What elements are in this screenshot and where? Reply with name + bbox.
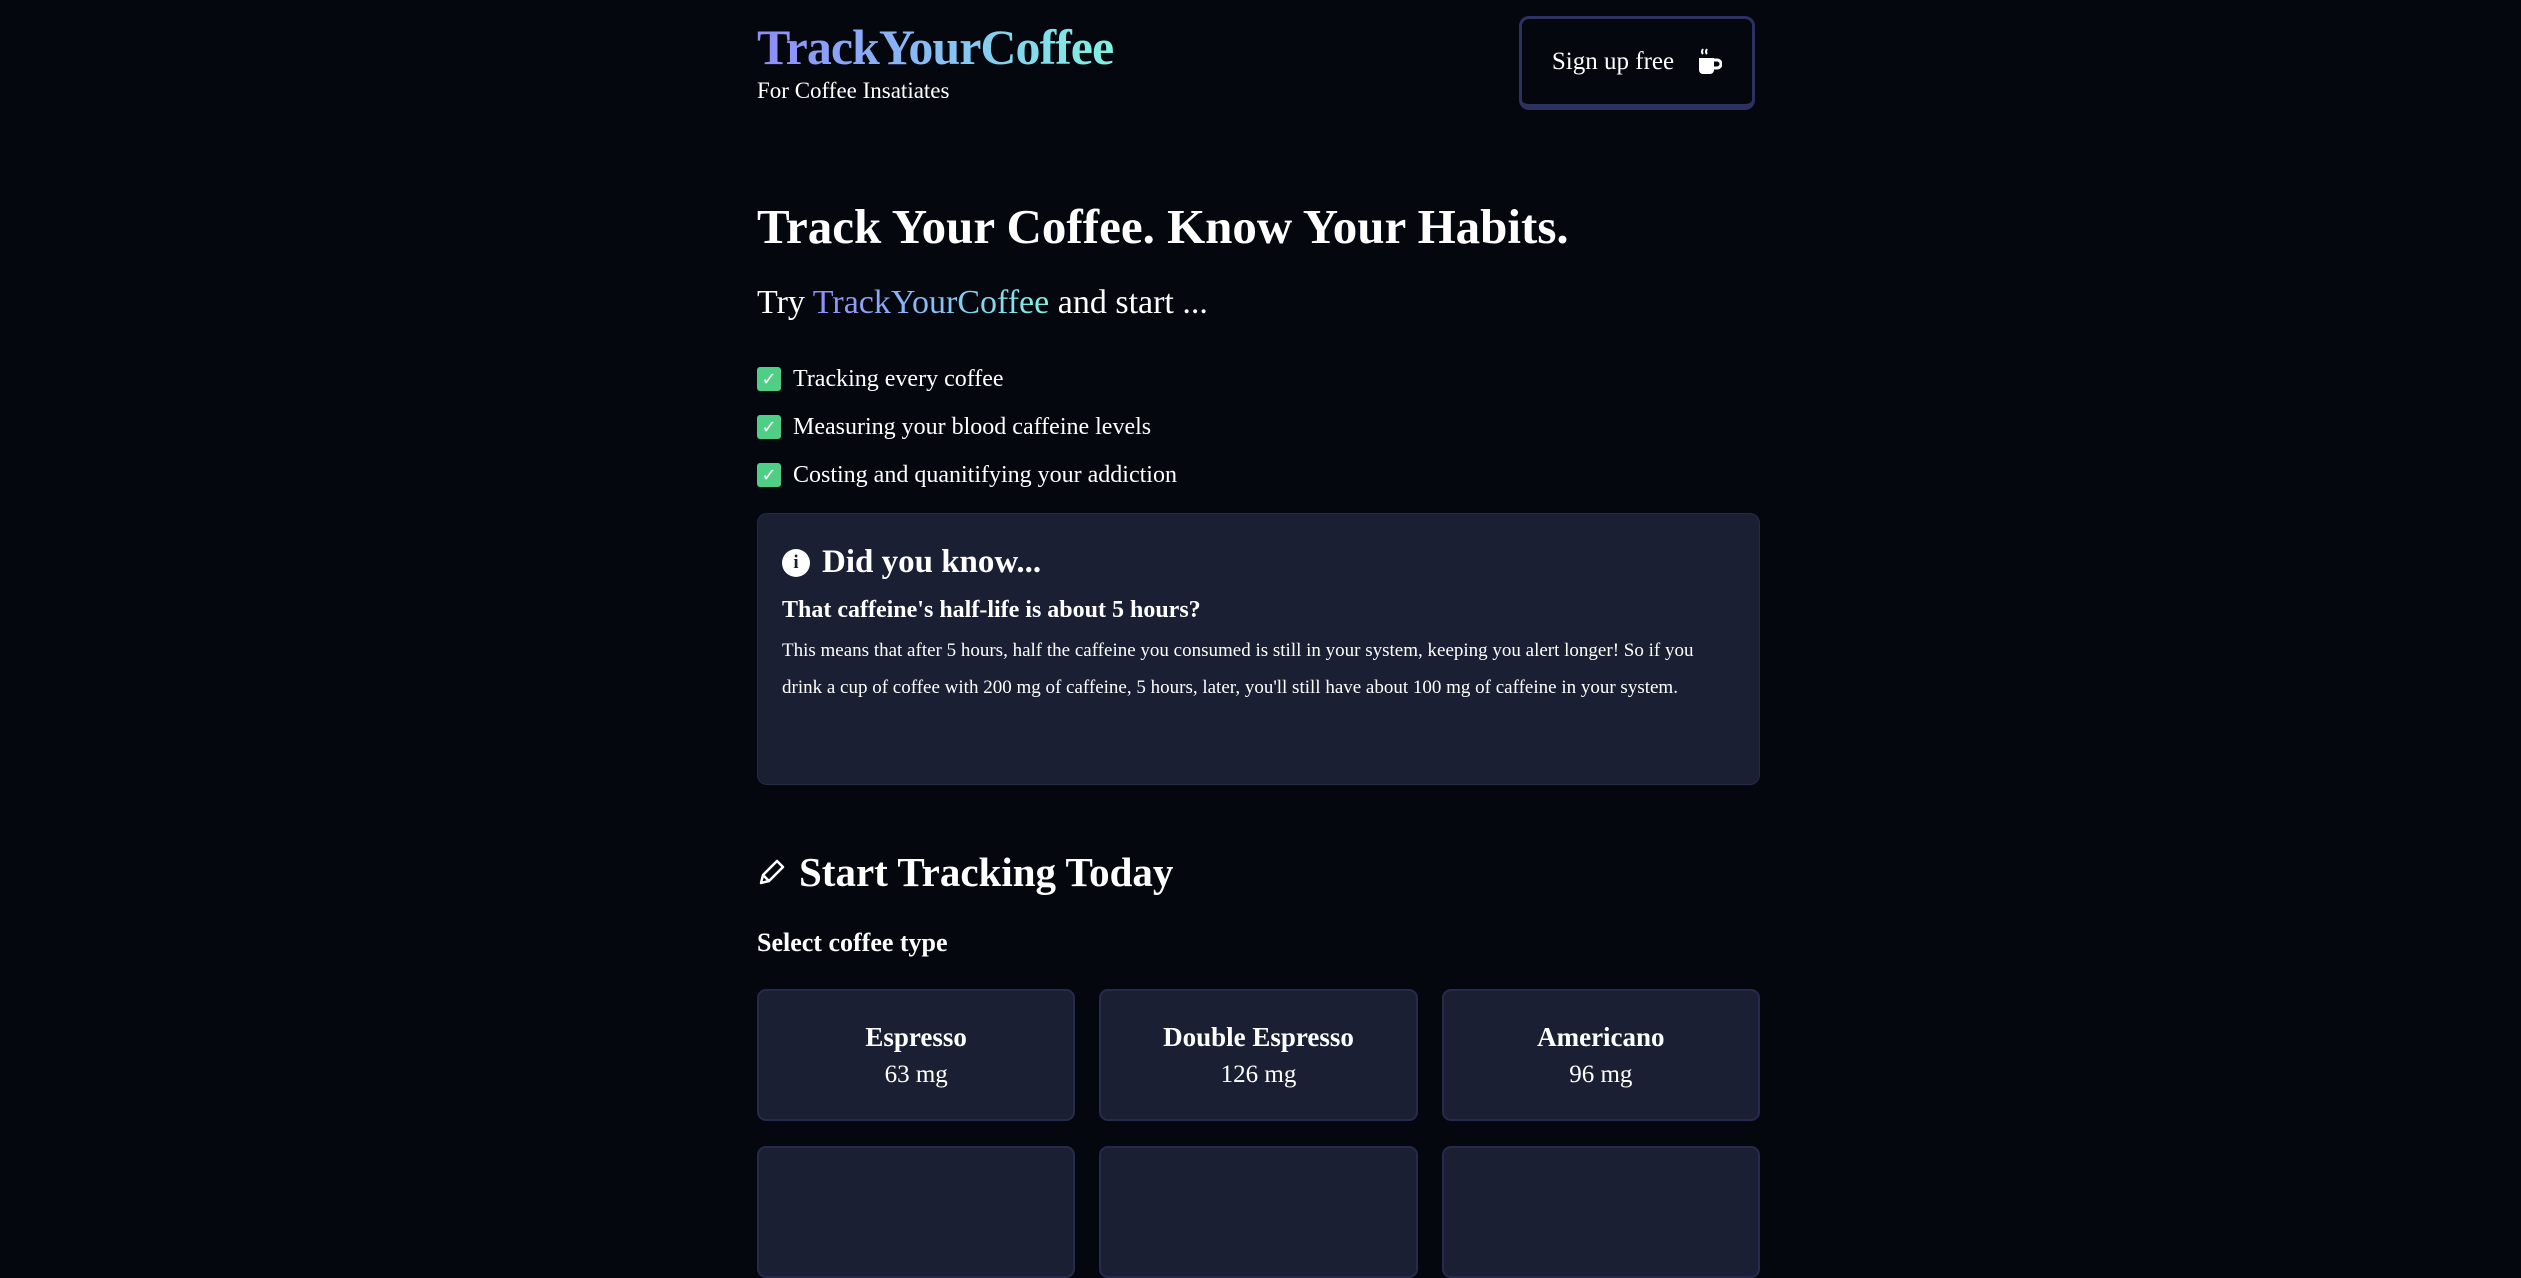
- coffee-option-double-espresso[interactable]: Double Espresso 126 mg: [1099, 989, 1418, 1121]
- sign-up-button[interactable]: Sign up free: [1519, 16, 1755, 110]
- check-icon: ✓: [757, 367, 781, 391]
- select-coffee-label: Select coffee type: [757, 928, 948, 957]
- tagline: For Coffee Insatiates: [757, 78, 950, 103]
- coffee-option[interactable]: [1099, 1146, 1418, 1278]
- coffee-type-grid: Espresso 63 mg Double Espresso 126 mg Amer…: [757, 989, 1760, 1278]
- coffee-caffeine: 63 mg: [884, 1060, 948, 1088]
- tracking-title: Start Tracking Today: [799, 849, 1174, 895]
- coffee-name: Double Espresso: [1163, 1021, 1354, 1052]
- logo[interactable]: TrackYourCoffee: [757, 18, 1114, 76]
- coffee-caffeine: 96 mg: [1569, 1060, 1633, 1088]
- pencil-icon: [759, 859, 785, 885]
- coffee-caffeine: 126 mg: [1220, 1060, 1297, 1088]
- feature-text: Measuring your blood caffeine levels: [793, 413, 1152, 440]
- feature-list: ✓ Tracking every coffee ✓ Measuring your b…: [757, 355, 1177, 499]
- coffee-cup-icon: [1699, 47, 1723, 74]
- feature-item: ✓ Measuring your blood caffeine levels: [757, 403, 1177, 451]
- hero-title: Track Your Coffee. Know Your Habits.: [757, 199, 1569, 254]
- hero-subtitle: Try TrackYourCoffee and start ...: [757, 284, 1208, 322]
- coffee-option-americano[interactable]: Americano 96 mg: [1441, 989, 1760, 1121]
- feature-item: ✓ Costing and quanitifying your addiction: [757, 451, 1177, 499]
- try-suffix: and start ...: [1057, 284, 1208, 321]
- info-heading: i Did you know...: [782, 544, 1735, 581]
- coffee-name: Americano: [1537, 1021, 1665, 1052]
- feature-text: Tracking every coffee: [793, 365, 1004, 392]
- info-icon: i: [782, 548, 810, 577]
- feature-text: Costing and quanitifying your addiction: [793, 461, 1177, 488]
- info-body: This means that after 5 hours, half the …: [782, 640, 1694, 698]
- info-title: Did you know...: [822, 544, 1042, 580]
- coffee-option[interactable]: [757, 1146, 1076, 1278]
- try-brand: TrackYourCoffee: [812, 284, 1050, 321]
- feature-item: ✓ Tracking every coffee: [757, 355, 1177, 403]
- coffee-option[interactable]: [1441, 1146, 1760, 1278]
- info-question: That caffeine's half-life is about 5 hou…: [782, 597, 1201, 623]
- try-prefix: Try: [757, 284, 805, 321]
- check-icon: ✓: [757, 415, 781, 439]
- coffee-name: Espresso: [865, 1021, 967, 1052]
- coffee-option-espresso[interactable]: Espresso 63 mg: [757, 989, 1076, 1121]
- did-you-know-card: i Did you know... That caffeine's half-li…: [757, 513, 1760, 785]
- sign-up-label: Sign up free: [1551, 47, 1675, 75]
- check-icon: ✓: [757, 463, 781, 487]
- tracking-heading: Start Tracking Today: [757, 848, 1173, 896]
